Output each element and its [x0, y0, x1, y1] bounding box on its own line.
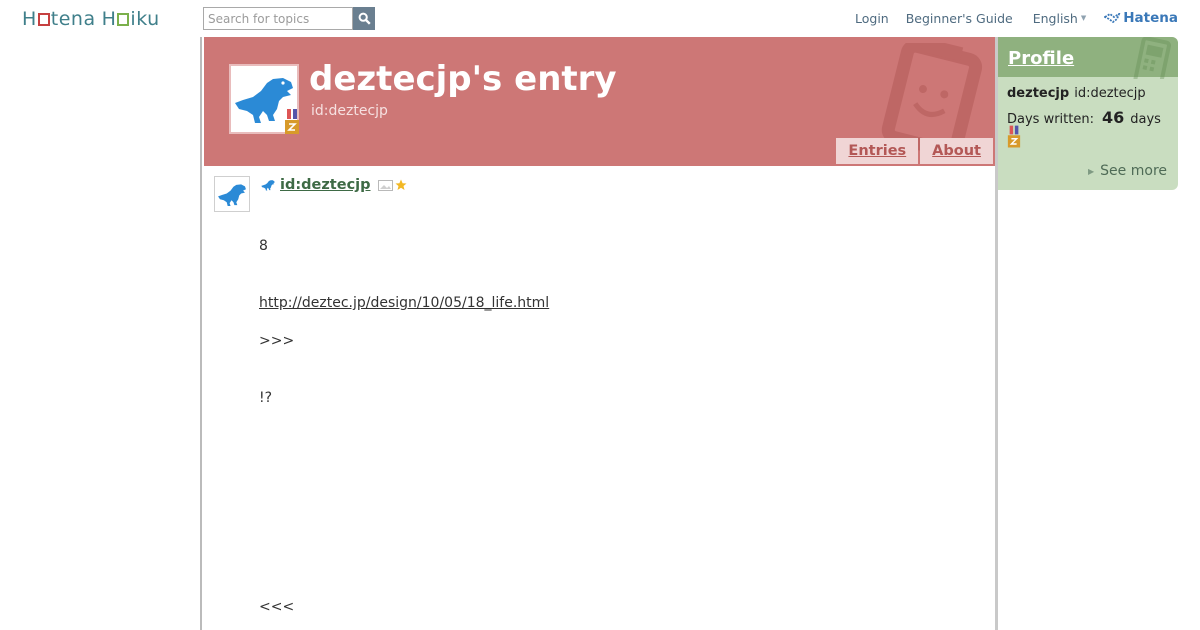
tab-entries[interactable]: Entries [836, 138, 919, 164]
days-unit: days [1130, 112, 1161, 127]
entry-avatar[interactable] [214, 176, 250, 212]
main-column: deztecjp's entry id:deztecjp Entries Abo… [202, 37, 998, 630]
phone-decoration-icon [1133, 37, 1171, 79]
entry-banner: deztecjp's entry id:deztecjp Entries Abo… [204, 37, 995, 166]
medal-icon [285, 109, 299, 134]
login-link[interactable]: Login [855, 11, 889, 26]
beginners-guide-link[interactable]: Beginner's Guide [906, 11, 1013, 26]
entry-user-link[interactable]: id:deztecjp [280, 177, 371, 193]
see-more-link[interactable]: ▶ See more [1088, 163, 1167, 179]
profile-days-row: Days written: 46 days [1007, 108, 1161, 127]
logo-square-green [117, 12, 130, 26]
star-icon[interactable] [395, 179, 407, 191]
caret-down-icon: ▼ [1080, 14, 1087, 22]
entry-line: !? [259, 390, 273, 406]
banner-tabs: Entries About [836, 138, 993, 164]
entry-line: <<< [259, 599, 295, 615]
hatena-link[interactable]: Hatena [1104, 10, 1178, 26]
language-selector[interactable]: English ▼ [1033, 11, 1087, 26]
entry-header: id:deztecjp [260, 177, 407, 193]
hatena-label: Hatena [1123, 10, 1178, 26]
hatena-bird-icon [1104, 12, 1121, 23]
triangle-right-icon: ▶ [1088, 166, 1095, 176]
tab-about[interactable]: About [920, 138, 993, 164]
profile-name: deztecjp [1007, 86, 1070, 101]
search-bar [203, 7, 375, 30]
dinosaur-mini-icon [261, 180, 275, 191]
medal-icon [1007, 125, 1021, 148]
entry-line: >>> [259, 333, 295, 349]
profile-heading[interactable]: Profile [1008, 48, 1074, 69]
search-input[interactable] [203, 7, 353, 30]
profile-name-row: deztecjp id:deztecjp [1007, 86, 1146, 101]
entry-url-link[interactable]: http://deztec.jp/design/10/05/18_life.ht… [259, 295, 549, 311]
hatena-haiku-logo[interactable]: Htena Hiku [22, 8, 160, 30]
days-count: 46 [1101, 108, 1125, 127]
profile-header: Profile [998, 37, 1178, 79]
search-icon [358, 12, 371, 25]
page-user-id: id:deztecjp [311, 103, 388, 119]
search-button[interactable] [353, 7, 375, 30]
entry-line: 8 [259, 238, 268, 254]
profile-box: Profile deztecjp id:deztecjp Days written… [998, 37, 1178, 190]
top-nav: Login Beginner's Guide English ▼ Hatena [855, 10, 1178, 26]
logo-square-red [37, 12, 50, 26]
see-more-label: See more [1100, 163, 1167, 179]
image-icon[interactable] [377, 179, 393, 191]
profile-id: id:deztecjp [1074, 86, 1146, 101]
page-title: deztecjp's entry [309, 59, 617, 99]
language-label: English [1032, 10, 1078, 26]
dinosaur-avatar-icon [218, 183, 246, 206]
hatena-mascot-decoration [881, 43, 983, 153]
